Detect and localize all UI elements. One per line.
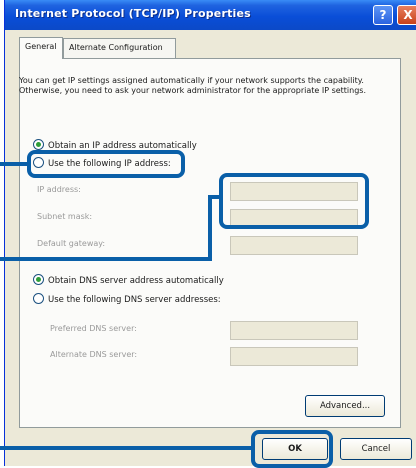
preferred-dns-label: Preferred DNS server: [50,324,137,333]
title-bar[interactable]: Internet Protocol (TCP/IP) Properties ? … [5,0,416,30]
ip-fields-callout-line-c [0,257,212,261]
use-dns-manual-option[interactable]: Use the following DNS server addresses: [33,293,221,305]
ip-address-label: IP address: [37,185,81,194]
alternate-dns-field [230,347,358,366]
obtain-dns-auto-label: Obtain DNS server address automatically [48,276,224,286]
window-title: Internet Protocol (TCP/IP) Properties [15,7,251,20]
use-dns-manual-label: Use the following DNS server addresses: [48,295,221,305]
ip-fields-callout-line-b [208,195,212,261]
tab-alternate-configuration[interactable]: Alternate Configuration [63,38,176,58]
description-text: You can get IP settings assigned automat… [19,76,367,95]
preferred-dns-field [230,321,358,340]
obtain-ip-auto-radio[interactable] [33,139,44,150]
manual-ip-callout-line [0,162,31,166]
obtain-dns-auto-radio[interactable] [33,274,44,285]
subnet-mask-label: Subnet mask: [37,212,93,221]
advanced-button[interactable]: Advanced... [305,395,385,417]
obtain-dns-auto-option[interactable]: Obtain DNS server address automatically [33,274,224,286]
default-gateway-field [230,236,358,255]
use-dns-manual-radio[interactable] [33,293,44,304]
close-button[interactable]: X [397,5,416,25]
cancel-button[interactable]: Cancel [340,438,412,460]
ok-button-highlight [251,430,333,468]
ok-callout-line [0,446,255,450]
tab-general[interactable]: General [19,37,63,59]
default-gateway-label: Default gateway: [37,239,106,248]
help-button[interactable]: ? [373,5,393,25]
manual-ip-highlight [27,150,185,178]
alternate-dns-label: Alternate DNS server: [50,350,138,359]
ip-fields-highlight [219,173,369,229]
